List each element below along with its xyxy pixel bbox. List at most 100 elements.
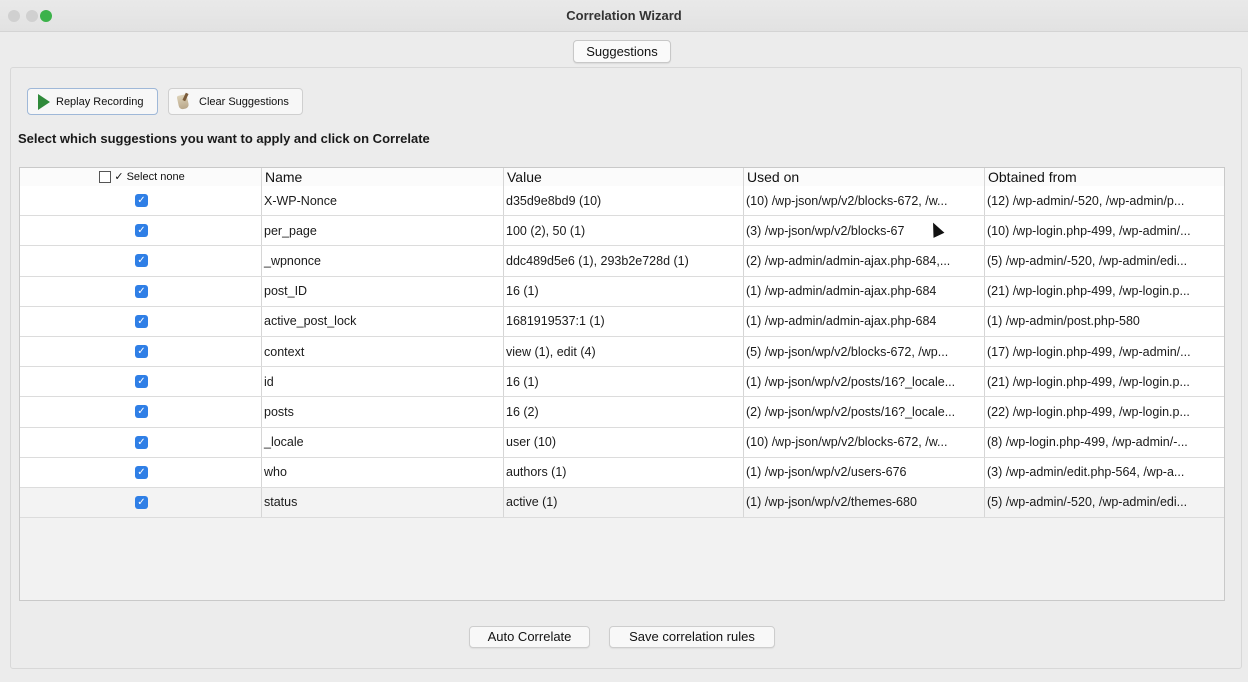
row-checkbox-cell[interactable]: ✓ (20, 367, 261, 396)
cell-value: user (10) (503, 427, 743, 457)
row-checkbox[interactable]: ✓ (135, 314, 148, 328)
auto-correlate-button[interactable]: Auto Correlate (469, 626, 590, 648)
clear-suggestions-label: Clear Suggestions (199, 95, 289, 108)
save-correlation-rules-button[interactable]: Save correlation rules (609, 626, 775, 648)
cell-name: active_post_lock (261, 306, 503, 336)
row-checkbox-cell[interactable]: ✓ (20, 458, 261, 487)
replay-recording-label: Replay Recording (56, 95, 144, 108)
cell-used-on: (1) /wp-json/wp/v2/themes-680 (743, 487, 984, 518)
row-checkbox[interactable]: ✓ (135, 465, 148, 479)
row-checkbox[interactable]: ✓ (135, 284, 148, 298)
cell-name: id (261, 367, 503, 397)
cell-used-on: (2) /wp-admin/admin-ajax.php-684,... (743, 246, 984, 276)
cell-obtained-from: (5) /wp-admin/-520, /wp-admin/edi... (984, 246, 1224, 276)
table-row[interactable]: ✓ id 16 (1) (1) /wp-json/wp/v2/posts/16?_lo… (20, 367, 1224, 398)
cell-used-on: (1) /wp-admin/admin-ajax.php-684 (743, 276, 984, 306)
row-checkbox-cell[interactable]: ✓ (20, 186, 261, 215)
cell-value: 1681919537:1 (1) (503, 306, 743, 336)
row-checkbox-cell[interactable]: ✓ (20, 246, 261, 275)
cell-value: d35d9e8bd9 (10) (503, 186, 743, 216)
cell-value: authors (1) (503, 457, 743, 487)
row-checkbox[interactable]: ✓ (135, 254, 148, 268)
cell-name: status (261, 487, 503, 518)
cell-obtained-from: (22) /wp-login.php-499, /wp-login.p... (984, 397, 1224, 427)
cell-name: posts (261, 397, 503, 427)
cell-value: active (1) (503, 487, 743, 518)
row-checkbox-cell[interactable]: ✓ (20, 277, 261, 306)
cell-obtained-from: (10) /wp-login.php-499, /wp-admin/... (984, 216, 1224, 246)
cell-obtained-from: (3) /wp-admin/edit.php-564, /wp-a... (984, 457, 1224, 487)
cell-obtained-from: (17) /wp-login.php-499, /wp-admin/... (984, 336, 1224, 367)
cell-obtained-from: (8) /wp-login.php-499, /wp-admin/-... (984, 427, 1224, 457)
table-row[interactable]: ✓ post_ID 16 (1) (1) /wp-admin/admin-ajax.p… (20, 276, 1224, 307)
broom-icon (175, 93, 193, 111)
row-checkbox[interactable]: ✓ (135, 495, 148, 509)
row-checkbox[interactable]: ✓ (135, 224, 148, 238)
select-none-toggle[interactable]: ✓ Select none (20, 168, 261, 186)
replay-recording-button[interactable]: Replay Recording (27, 88, 158, 115)
cell-value: 16 (1) (503, 367, 743, 397)
play-icon (38, 93, 50, 110)
column-header-obtained-from[interactable]: Obtained from (984, 168, 1224, 186)
instruction-text: Select which suggestions you want to app… (18, 131, 430, 146)
column-header-used-on[interactable]: Used on (743, 168, 984, 186)
cell-value: 16 (2) (503, 397, 743, 427)
table-row[interactable]: ✓ active_post_lock 1681919537:1 (1) (1) /wp… (20, 306, 1224, 337)
table-row[interactable]: ✓ X-WP-Nonce d35d9e8bd9 (10) (10) /wp-json/… (20, 186, 1224, 217)
row-checkbox-cell[interactable]: ✓ (20, 397, 261, 426)
row-checkbox[interactable]: ✓ (135, 405, 148, 419)
column-header-name[interactable]: Name (261, 168, 503, 186)
cell-obtained-from: (5) /wp-admin/-520, /wp-admin/edi... (984, 487, 1224, 518)
row-checkbox-cell[interactable]: ✓ (20, 216, 261, 245)
cell-obtained-from: (21) /wp-login.php-499, /wp-login.p... (984, 367, 1224, 397)
cell-used-on: (1) /wp-json/wp/v2/posts/16?_locale... (743, 367, 984, 397)
table-header: ✓ Select none Name Value Used on Obtaine… (20, 168, 1224, 187)
table-row[interactable]: ✓ _wpnonce ddc489d5e6 (1), 293b2e728d (1)(… (20, 246, 1224, 277)
cell-obtained-from: (12) /wp-admin/-520, /wp-admin/p... (984, 186, 1224, 216)
column-header-value[interactable]: Value (503, 168, 743, 186)
cell-name: per_page (261, 216, 503, 246)
cell-obtained-from: (21) /wp-login.php-499, /wp-login.p... (984, 276, 1224, 306)
cell-value: view (1), edit (4) (503, 336, 743, 367)
cell-name: _locale (261, 427, 503, 457)
cell-name: X-WP-Nonce (261, 186, 503, 216)
title-bar: Correlation Wizard (0, 0, 1248, 32)
clear-suggestions-button[interactable]: Clear Suggestions (168, 88, 303, 115)
table-body: ✓ X-WP-Nonce d35d9e8bd9 (10) (10) /wp-json/… (20, 186, 1224, 519)
row-checkbox[interactable]: ✓ (135, 375, 148, 389)
cell-used-on: (1) /wp-json/wp/v2/users-676 (743, 457, 984, 487)
cell-name: who (261, 457, 503, 487)
row-checkbox-cell[interactable]: ✓ (20, 307, 261, 336)
window-title: Correlation Wizard (566, 8, 682, 23)
cell-name: post_ID (261, 276, 503, 306)
cell-used-on: (3) /wp-json/wp/v2/blocks-67 (743, 216, 984, 246)
row-checkbox[interactable]: ✓ (135, 194, 148, 208)
cell-used-on: (10) /wp-json/wp/v2/blocks-672, /w... (743, 186, 984, 216)
cell-obtained-from: (1) /wp-admin/post.php-580 (984, 306, 1224, 336)
cell-value: 16 (1) (503, 276, 743, 306)
select-none-checkbox[interactable] (99, 171, 112, 183)
table-row[interactable]: ✓ _locale user (10) (10) /wp-json/wp/v2/blo… (20, 427, 1224, 458)
cell-used-on: (5) /wp-json/wp/v2/blocks-672, /wp... (743, 336, 984, 367)
cell-value: 100 (2), 50 (1) (503, 216, 743, 246)
suggestions-table: ✓ Select none Name Value Used on Obtaine… (19, 167, 1225, 601)
cell-name: _wpnonce (261, 246, 503, 276)
row-checkbox[interactable]: ✓ (135, 435, 148, 449)
select-none-label: ✓ Select none (114, 170, 185, 183)
row-checkbox[interactable]: ✓ (135, 345, 148, 359)
row-checkbox-cell[interactable]: ✓ (20, 428, 261, 457)
table-row[interactable]: ✓ posts 16 (2) (2) /wp-json/wp/v2/posts/16?… (20, 397, 1224, 428)
table-row[interactable]: ✓ status active (1) (1) /wp-json/wp/v2/them… (20, 487, 1224, 519)
cell-used-on: (2) /wp-json/wp/v2/posts/16?_locale... (743, 397, 984, 427)
row-checkbox-cell[interactable]: ✓ (20, 488, 261, 517)
cell-value: ddc489d5e6 (1), 293b2e728d (1) (503, 246, 743, 276)
tab-suggestions[interactable]: Suggestions (573, 40, 671, 63)
table-row[interactable]: ✓ per_page 100 (2), 50 (1) (3) /wp-json/wp/… (20, 216, 1224, 247)
tab-bar: Suggestions (0, 31, 1248, 69)
row-checkbox-cell[interactable]: ✓ (20, 337, 261, 366)
cell-name: context (261, 336, 503, 367)
table-row[interactable]: ✓ context view (1), edit (4) (5) /wp-json/w… (20, 336, 1224, 368)
cell-used-on: (10) /wp-json/wp/v2/blocks-672, /w... (743, 427, 984, 457)
cell-used-on: (1) /wp-admin/admin-ajax.php-684 (743, 306, 984, 336)
table-row[interactable]: ✓ who authors (1) (1) /wp-json/wp/v2/users-… (20, 457, 1224, 488)
